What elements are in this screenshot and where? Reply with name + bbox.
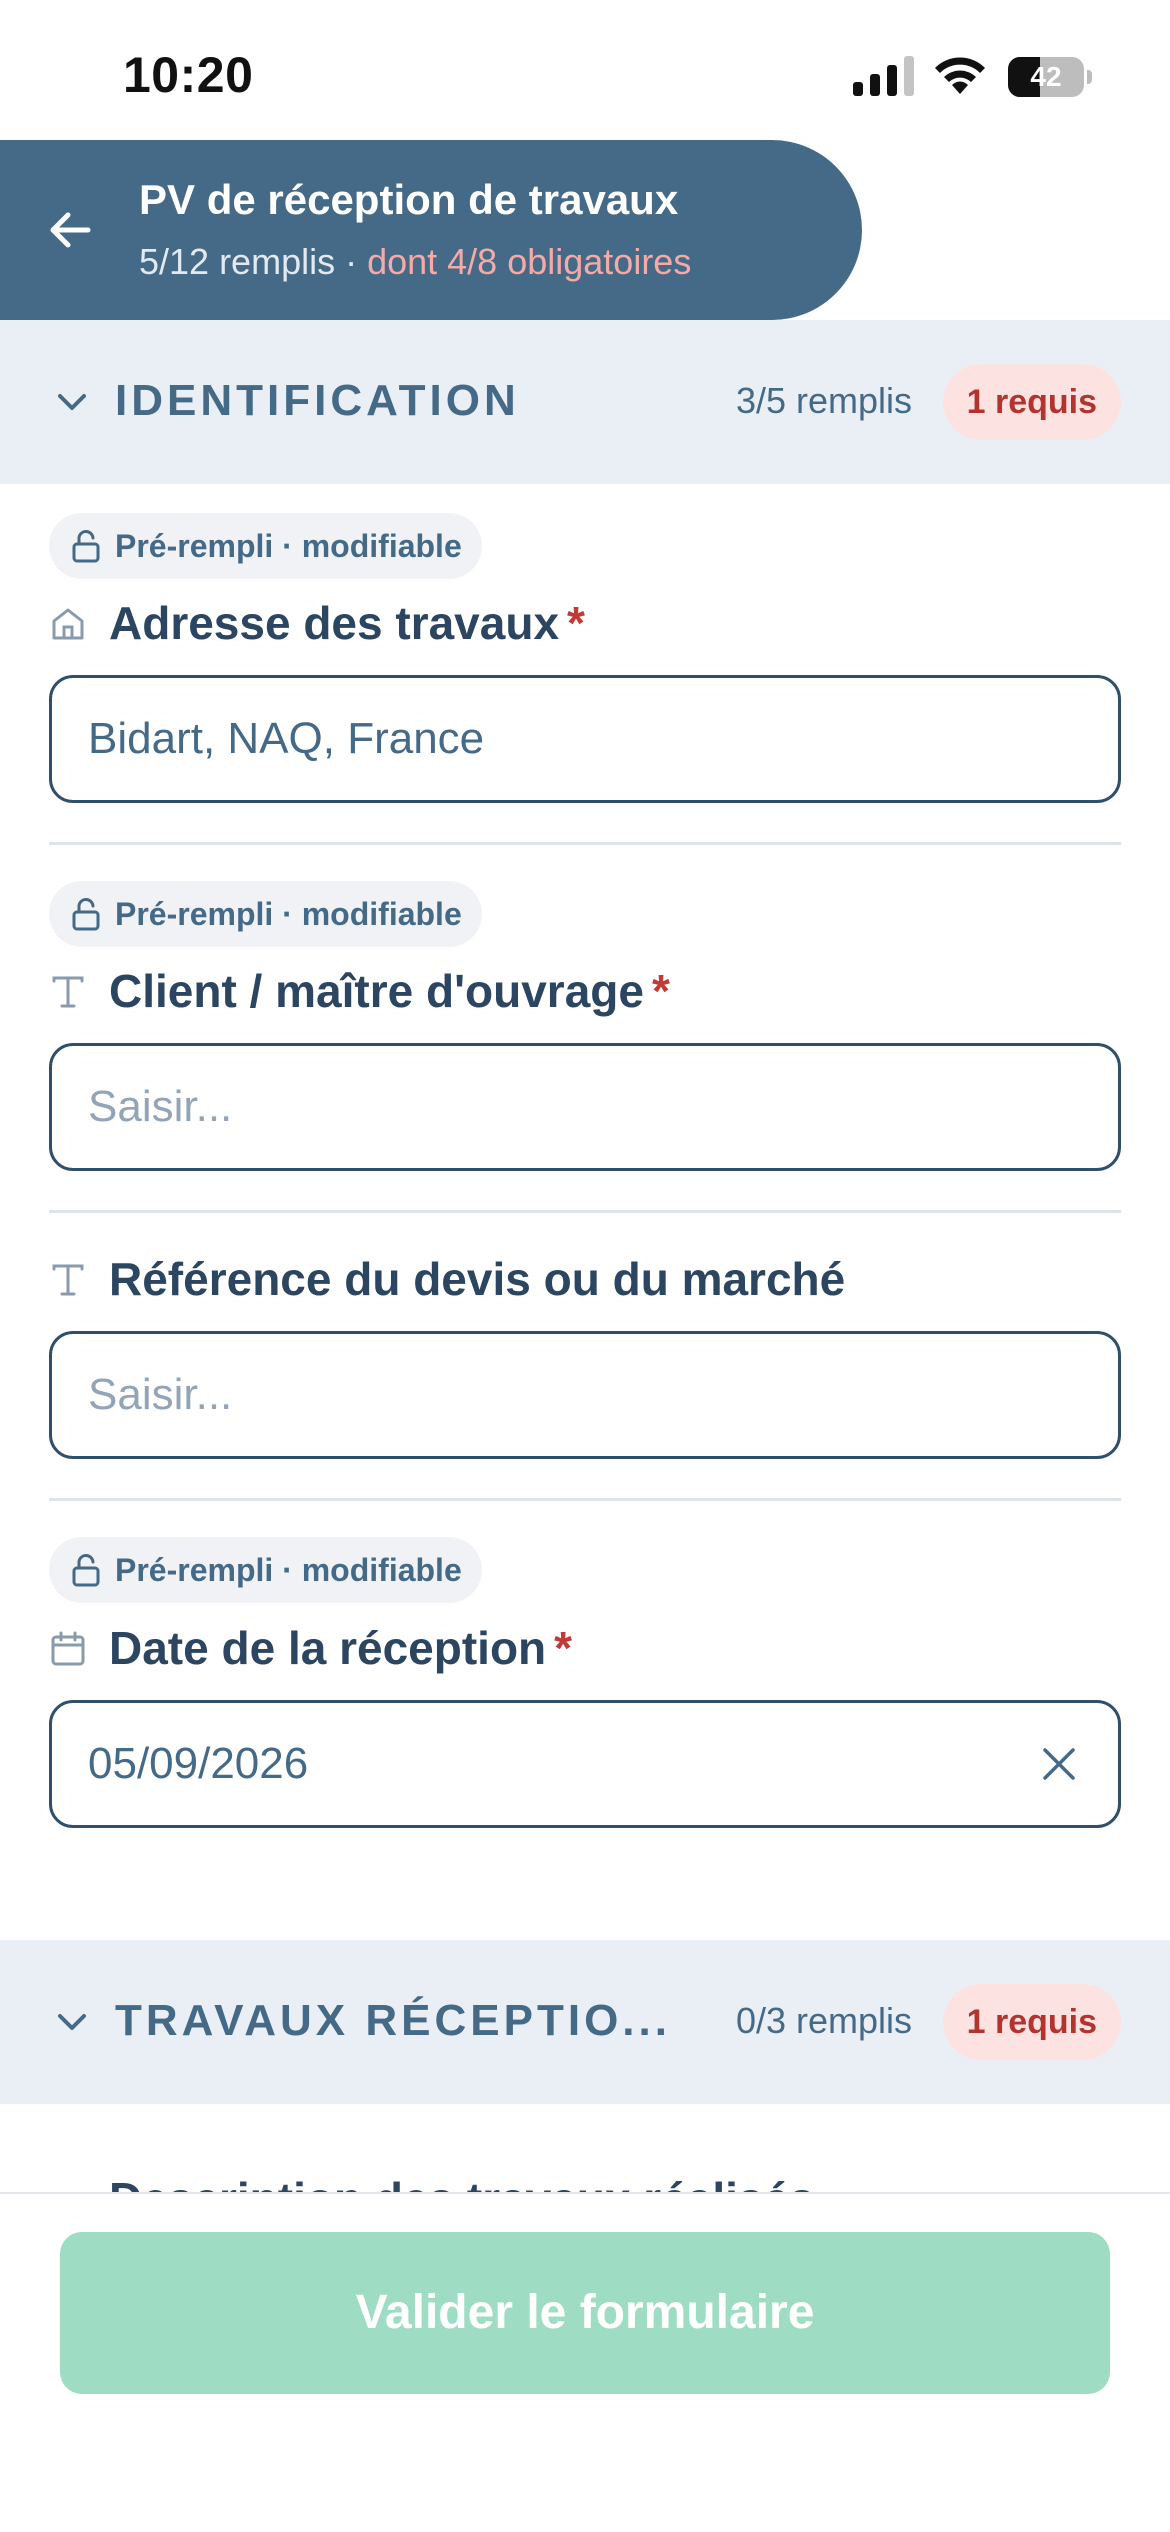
prefilled-chip: Pré-rempli · modifiable — [49, 1537, 482, 1603]
date-input[interactable]: 05/09/2026 — [49, 1700, 1121, 1828]
prefilled-chip: Pré-rempli · modifiable — [49, 881, 482, 947]
status-bar: 10:20 42 — [0, 0, 1170, 140]
section-count: 3/5 remplis — [735, 380, 912, 421]
text-icon — [52, 976, 84, 1008]
clear-icon[interactable] — [1037, 1742, 1081, 1786]
calendar-icon — [51, 1631, 85, 1666]
field-label-address: Adresse des travaux * — [109, 597, 585, 649]
field-label-reference: Référence du devis ou du marché — [109, 1253, 846, 1305]
chevron-down-icon — [58, 2014, 86, 2030]
required-mark: * — [567, 597, 585, 649]
required-mark: * — [651, 965, 670, 1017]
section-title: TRAVAUX RÉCEPTIO... — [115, 1996, 671, 2045]
required-progress: dont 4/8 obligatoires — [367, 241, 692, 282]
unlock-icon — [72, 898, 100, 931]
page-title: PV de réception de travaux — [139, 176, 679, 223]
reference-input[interactable]: Saisir... — [49, 1331, 1121, 1459]
address-input[interactable]: Bidart, NAQ, France — [49, 675, 1121, 803]
form-header: PV de réception de travaux 5/12 remplis … — [0, 140, 862, 320]
section-count: 0/3 remplis — [735, 2000, 912, 2041]
back-button[interactable] — [30, 190, 110, 270]
required-badge: 1 requis — [942, 1984, 1121, 2060]
form-progress: 5/12 remplis · dont 4/8 obligatoires — [139, 241, 692, 282]
field-divider — [49, 1498, 1121, 1501]
field-divider — [49, 842, 1121, 845]
unlock-icon — [72, 1554, 100, 1587]
battery-level: 42 — [1030, 61, 1062, 92]
prefilled-chip: Pré-rempli · modifiable — [49, 513, 482, 579]
submit-form-button[interactable]: Valider le formulaire — [60, 2232, 1110, 2394]
text-icon — [52, 1264, 84, 1296]
section-header-identification[interactable]: IDENTIFICATION 3/5 remplis 1 requis — [0, 320, 1170, 484]
field-label-date: Date de la réception * — [109, 1622, 573, 1674]
home-icon — [52, 608, 84, 640]
field-label-client: Client / maître d'ouvrage * — [109, 965, 670, 1017]
battery-icon: 42 — [1008, 57, 1092, 97]
cellular-signal-icon — [853, 56, 914, 96]
required-mark: * — [554, 1622, 573, 1674]
unlock-icon — [72, 530, 100, 563]
status-time: 10:20 — [123, 47, 254, 103]
field-divider — [49, 1210, 1121, 1213]
chevron-down-icon — [58, 394, 86, 410]
required-badge: 1 requis — [942, 364, 1121, 440]
wifi-icon — [935, 57, 985, 94]
form-screen: 10:20 42 PV de réception de travaux 5/12… — [0, 0, 1170, 2532]
section-header-travaux[interactable]: TRAVAUX RÉCEPTIO... 0/3 remplis 1 requis — [0, 1940, 1170, 2104]
bottom-action-bar: Valider le formulaire — [0, 2192, 1170, 2532]
section-title: IDENTIFICATION — [115, 376, 520, 425]
client-input[interactable]: Saisir... — [49, 1043, 1121, 1171]
filled-count: 5/12 remplis — [139, 241, 336, 282]
arrow-left-icon — [50, 212, 91, 248]
